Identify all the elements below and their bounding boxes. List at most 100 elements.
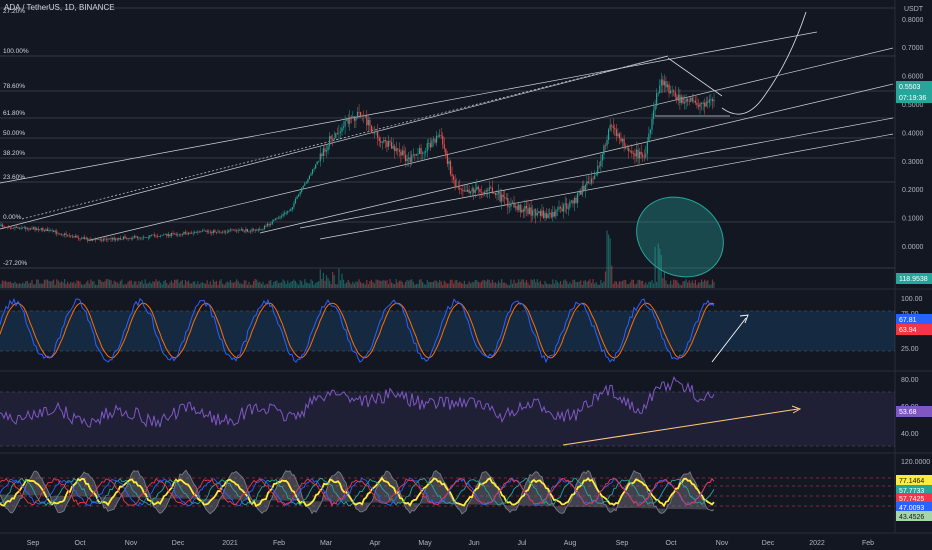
candle-body [394,146,396,152]
volume-bar [465,284,467,288]
volume-bar [65,283,67,288]
volume-bar [398,280,400,288]
candle-body [677,94,679,101]
volume-bar [708,284,710,288]
volume-bar [600,280,602,288]
volume-bar [611,265,613,288]
candle-body [494,192,497,195]
candle-body [640,151,642,155]
volume-bar [141,280,143,288]
candle-body [366,115,368,126]
candle-body [253,229,255,230]
volume-bar [626,284,628,288]
candle-body [635,149,638,157]
candle-body [243,231,245,232]
candle-body [513,202,515,208]
candle-body [595,174,597,176]
candle-body [648,133,650,142]
candle-body [81,238,83,240]
candle-body [445,148,447,155]
candle-body [488,187,490,191]
candle-body [290,209,292,212]
volume-bar [699,282,701,288]
candle-body [408,157,410,159]
candle-body [141,237,143,239]
volume-bar [54,284,56,288]
candle-body [102,238,104,241]
candle-body [516,206,518,210]
volume-bar [442,284,444,288]
candle-body [575,197,577,203]
volume-bar [305,282,307,288]
volume-bar [96,284,98,288]
volume-bar [485,281,487,288]
candle-body [553,212,555,217]
candle-body [79,238,81,240]
volume-bar [260,283,262,288]
volume-bar [299,280,301,288]
volume-bar [60,281,63,288]
candle-body [279,216,281,219]
volume-bar [361,283,363,288]
candle-body [391,142,393,149]
volume-bar [634,284,636,288]
stoch-tick: 100.00 [901,296,923,303]
candle-body [604,145,607,147]
candle-body [558,207,560,210]
volume-bar [710,284,712,288]
volume-bar [94,284,97,288]
time-axis-label: Jul [518,540,527,547]
candle-body [228,230,230,232]
candle-body [666,84,669,88]
volume-bar [491,279,493,288]
volume-bar [663,271,665,288]
candle-body [463,190,466,192]
volume-bar [198,284,200,288]
volume-bar [208,284,210,288]
volume-bar [163,281,165,288]
volume-bar [201,282,204,288]
volume-bar [339,280,342,288]
volume-bar [693,283,695,288]
candle-body [642,154,644,157]
fib-level-label: 78.60% [3,83,25,90]
volume-bar [26,280,28,288]
candle-body [538,211,540,214]
volume-bar [561,284,563,288]
candle-body [501,194,503,202]
volume-bar [71,282,73,288]
volume-bar [254,279,256,288]
volume-bar [274,281,276,288]
time-axis-label: Feb [273,540,285,547]
volume-bar [707,280,709,288]
candle-body [76,235,78,238]
candle-body [0,224,2,226]
volume-bar [186,281,188,288]
candle-body [608,129,610,140]
candle-body [110,238,112,240]
volume-bar [273,281,275,288]
volume-bar [174,279,176,288]
volume-bar [246,284,249,288]
candle-body [129,238,131,239]
candle-body [528,207,531,214]
volume-bar [484,280,486,288]
volume-bar [406,280,408,288]
candle-body [662,79,664,86]
candle-body [344,120,346,127]
volume-bar [267,284,269,288]
volume-bar [395,279,397,288]
volume-bar [344,283,346,288]
candle-body [265,225,267,227]
candle-body [339,131,342,133]
candle-body [370,125,373,133]
fib-level-label: 50.00% [3,130,25,137]
candle-body [603,145,605,155]
candle-body [280,215,283,217]
candle-body [674,92,676,97]
volume-bar [682,281,684,288]
candle-body [293,203,295,208]
time-axis-label: May [418,540,432,547]
candle-body [217,231,219,233]
osc-badge-text: 57.7425 [899,496,924,503]
